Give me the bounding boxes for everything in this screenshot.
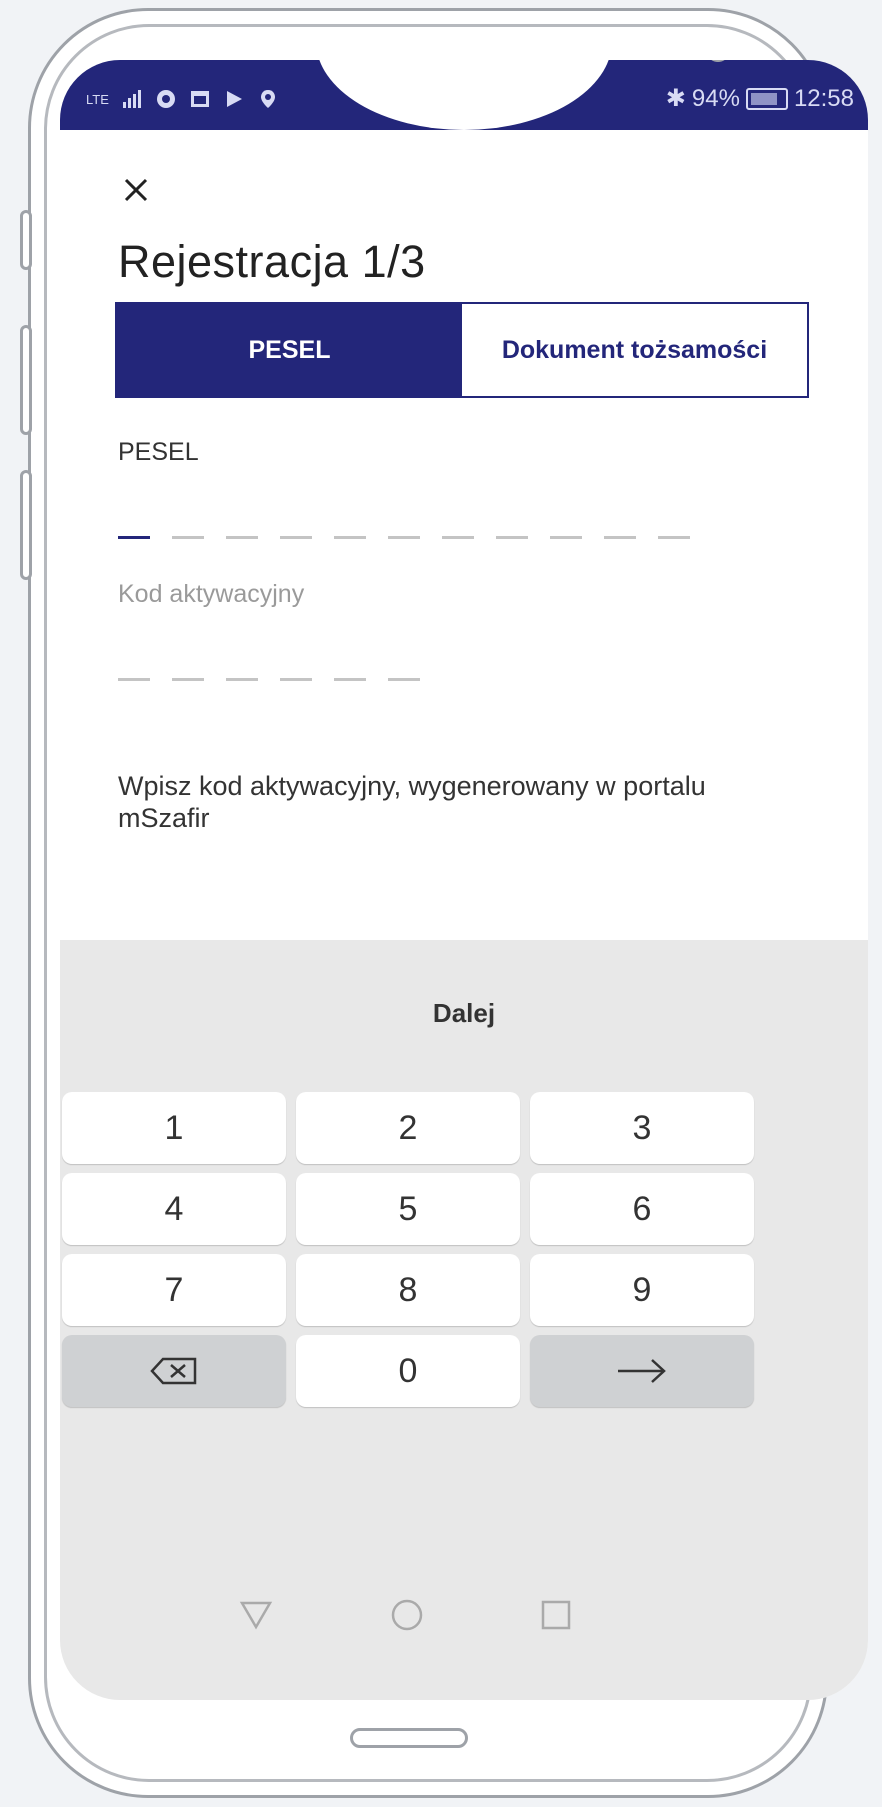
home-nav-icon[interactable] [389, 1597, 425, 1633]
tab-pesel[interactable]: PESEL [117, 304, 462, 396]
network-type: LTE [86, 91, 109, 107]
key-7[interactable]: 7 [62, 1254, 286, 1326]
key-6[interactable]: 6 [530, 1173, 754, 1245]
bluetooth-icon: ✱ [665, 85, 686, 112]
key-2[interactable]: 2 [296, 1092, 520, 1164]
digit-slot [604, 536, 636, 539]
phone-volume-down [20, 470, 32, 580]
location-icon [260, 90, 275, 108]
status-icons-left: LTE [86, 88, 279, 110]
digit-slot [226, 536, 258, 539]
digit-slot [388, 536, 420, 539]
digit-slot [550, 536, 582, 539]
digit-slot [442, 536, 474, 539]
phone-home-indicator [350, 1728, 468, 1748]
tab-identity-document[interactable]: Dokument tożsamości [462, 304, 807, 396]
activation-code-label: Kod aktywacyjny [118, 580, 305, 608]
recents-nav-icon[interactable] [538, 1597, 574, 1633]
activation-code-input[interactable] [118, 678, 420, 681]
page-title: Rejestracja 1/3 [118, 236, 426, 287]
phone-screen: LTE ✱ 94% 12:58 Rejestracja 1/3 PESEL Do… [60, 60, 868, 1700]
key-9[interactable]: 9 [530, 1254, 754, 1326]
pesel-input[interactable] [118, 536, 690, 539]
helper-text: Wpisz kod aktywacyjny, wygenerowany w po… [118, 771, 706, 833]
system-navigation-bar [60, 1575, 868, 1665]
digit-slot [388, 678, 420, 681]
digit-slot [118, 536, 150, 539]
signal-icon [122, 90, 141, 108]
key-5[interactable]: 5 [296, 1173, 520, 1245]
digit-slot [280, 678, 312, 681]
digit-slot [496, 536, 528, 539]
enter-key[interactable] [530, 1335, 754, 1407]
key-1[interactable]: 1 [62, 1092, 286, 1164]
arrow-right-icon [618, 1359, 666, 1383]
digit-slot [334, 678, 366, 681]
digit-slot [658, 536, 690, 539]
digit-slot [172, 536, 204, 539]
status-time: 12:58 [793, 84, 854, 112]
key-8[interactable]: 8 [296, 1254, 520, 1326]
numeric-keyboard: Dalej 1 2 3 4 5 6 7 8 9 0 [60, 940, 868, 1700]
chrome-icon [156, 90, 175, 108]
registration-method-tabs: PESEL Dokument tożsamości [115, 302, 809, 398]
battery-icon [745, 87, 788, 110]
phone-side-button [20, 210, 32, 270]
digit-slot [172, 678, 204, 681]
key-3[interactable]: 3 [530, 1092, 754, 1164]
backspace-key[interactable] [62, 1335, 286, 1407]
key-4[interactable]: 4 [62, 1173, 286, 1245]
digit-slot [226, 678, 258, 681]
back-nav-icon[interactable] [238, 1597, 274, 1633]
gallery-icon [190, 91, 209, 107]
digit-slot [334, 536, 366, 539]
phone-volume-up [20, 325, 32, 435]
play-store-icon [226, 91, 242, 107]
key-0[interactable]: 0 [296, 1335, 520, 1407]
pesel-label: PESEL [118, 438, 199, 466]
digit-slot [280, 536, 312, 539]
battery-percent: 94% [691, 84, 740, 112]
backspace-icon [150, 1357, 197, 1385]
status-icons-right: ✱ 94% 12:58 [666, 84, 854, 113]
close-icon[interactable] [114, 168, 154, 208]
digit-slot [118, 678, 150, 681]
next-action-button[interactable]: Dalej [60, 998, 868, 1029]
